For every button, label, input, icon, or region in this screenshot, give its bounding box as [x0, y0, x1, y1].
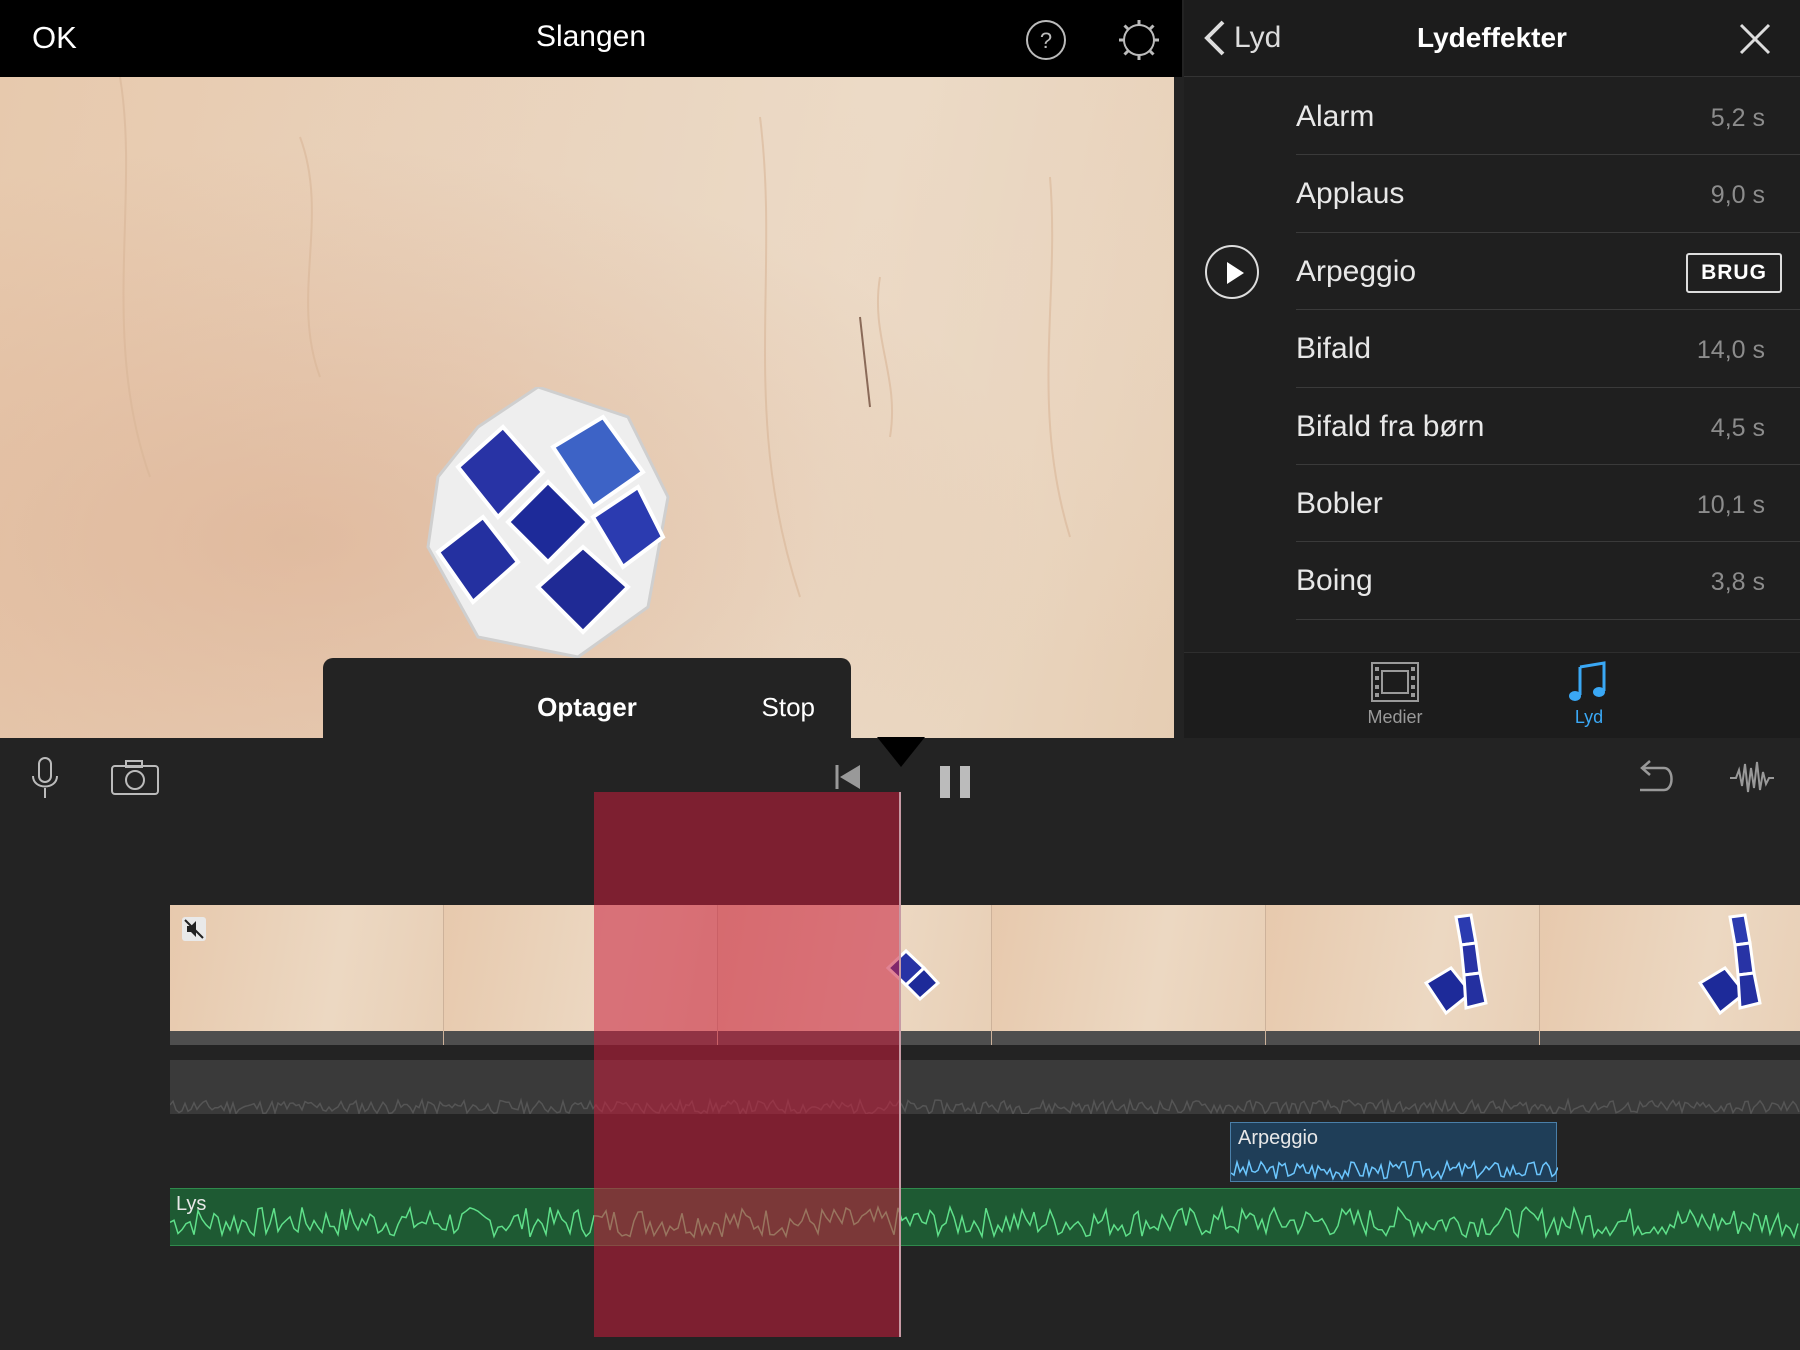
playhead-marker [877, 737, 925, 767]
mute-icon[interactable] [182, 917, 206, 941]
skip-to-start-icon[interactable] [834, 762, 862, 792]
effect-name: Bobler [1296, 486, 1383, 520]
effect-duration: 5,2 s [1710, 104, 1765, 132]
video-preview[interactable]: Optager Stop [0, 77, 1174, 738]
effect-name: Bifald fra børn [1296, 409, 1485, 443]
list-item[interactable]: Applaus 9,0 s [1184, 155, 1800, 233]
snake-puzzle-thumb [1697, 913, 1762, 1016]
playhead-line [899, 792, 901, 1337]
list-item[interactable]: Bobler 10,1 s [1184, 465, 1800, 543]
effect-name: Arpeggio [1296, 254, 1417, 288]
effect-name: Boing [1296, 564, 1373, 598]
clip-thumbnail [170, 905, 444, 1045]
use-button[interactable]: BRUG [1686, 252, 1782, 293]
top-bar: OK Slangen ? [0, 0, 1182, 77]
video-clip-track[interactable] [170, 905, 1800, 1045]
close-icon[interactable] [1738, 22, 1772, 56]
music-clip-label: Lys [176, 1193, 207, 1215]
film-icon [1371, 662, 1419, 702]
music-waveform [170, 1204, 1799, 1240]
sound-effects-panel: Lyd Lydeffekter Alarm 5,2 s Applaus 9,0 … [1184, 0, 1800, 738]
clip-thumbnail [1540, 905, 1800, 1045]
music-note-icon [1569, 661, 1606, 701]
effect-name: Bifald [1296, 332, 1372, 366]
audio-waveform-icon[interactable] [1730, 758, 1774, 798]
list-item-selected[interactable]: Arpeggio BRUG [1184, 233, 1800, 311]
project-title: Slangen [535, 20, 647, 53]
clip-thumbnail [992, 905, 1266, 1045]
voiceover-recording-region [594, 792, 900, 1337]
list-item[interactable]: Alarm 5,2 s [1184, 78, 1800, 156]
clip-waveform [169, 1097, 1800, 1117]
tab-media[interactable]: Medier [1335, 661, 1455, 728]
effect-duration: 10,1 s [1696, 490, 1765, 519]
clip-audio-waveform[interactable] [169, 1060, 1800, 1117]
sound-effects-list: Alarm 5,2 s Applaus 9,0 s Arpeggio BRUG … [1184, 78, 1800, 652]
sound-effect-waveform [1231, 1158, 1558, 1181]
clip-thumbnail [1266, 905, 1540, 1045]
svg-text:?: ? [1040, 28, 1052, 53]
microphone-icon[interactable] [30, 756, 60, 800]
stop-button[interactable]: Stop [762, 692, 816, 723]
effect-duration: 4,5 s [1710, 413, 1765, 442]
gear-icon[interactable] [1118, 19, 1160, 61]
tab-media-label: Medier [1367, 707, 1423, 727]
effect-duration: 14,0 s [1696, 336, 1765, 365]
camera-icon[interactable] [110, 758, 160, 798]
pause-icon[interactable] [938, 764, 972, 800]
recording-hud: Optager Stop [323, 658, 851, 738]
sound-effect-clip[interactable]: Arpeggio [1230, 1122, 1558, 1182]
effect-name: Alarm [1296, 100, 1375, 133]
panel-title: Lydeffekter [1417, 22, 1567, 53]
panel-tab-bar: Medier Lyd [1184, 652, 1800, 738]
list-item[interactable]: Boing 3,8 s [1184, 542, 1800, 620]
effect-name: Applaus [1296, 177, 1405, 211]
play-icon[interactable] [1205, 244, 1259, 299]
list-item[interactable]: Bifald fra børn 4,5 s [1184, 388, 1800, 465]
tab-audio-label: Lyd [1574, 707, 1604, 727]
undo-icon[interactable] [1634, 758, 1676, 794]
tab-audio[interactable]: Lyd [1529, 661, 1649, 728]
list-item[interactable]: Bifald 14,0 s [1184, 310, 1800, 388]
panel-header: Lyd Lydeffekter [1184, 0, 1800, 77]
help-icon[interactable]: ? [1025, 19, 1067, 61]
background-music-clip[interactable]: Lys [170, 1188, 1800, 1246]
effect-duration: 9,0 s [1710, 181, 1765, 210]
effect-duration: 3,8 s [1710, 568, 1765, 597]
snake-puzzle-thumb [1423, 913, 1488, 1016]
